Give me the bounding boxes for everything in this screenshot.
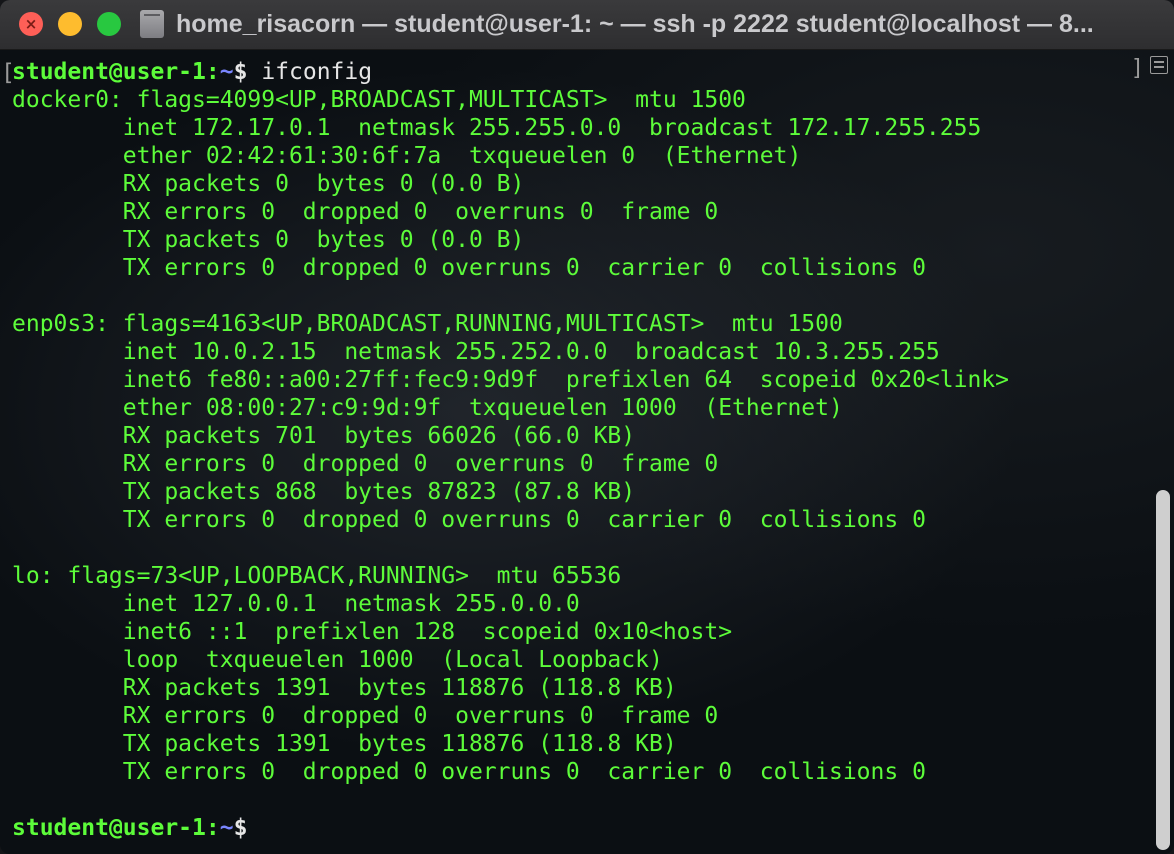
terminal-window: × home_risacorn — student@user-1: ~ — ss…: [0, 0, 1174, 854]
close-icon: ×: [24, 15, 38, 33]
scrollbar-thumb[interactable]: [1156, 490, 1170, 850]
prompt-user: student: [12, 59, 109, 85]
output-line: ether 02:42:61:30:6f:7a txqueuelen 0 (Et…: [12, 143, 802, 169]
zoom-button[interactable]: [97, 12, 121, 36]
output-line: TX packets 868 bytes 87823 (87.8 KB): [12, 479, 636, 505]
command-text: ifconfig: [247, 59, 373, 85]
mark-bracket-right: ]: [1130, 56, 1144, 81]
prompt-line: student@user-1:~$: [12, 814, 1009, 842]
output-line: TX packets 1391 bytes 118876 (118.8 KB): [12, 731, 677, 757]
title-bar[interactable]: × home_risacorn — student@user-1: ~ — ss…: [0, 0, 1174, 50]
prompt-at: @: [108, 815, 123, 841]
output-line: TX packets 0 bytes 0 (0.0 B): [12, 227, 525, 253]
window-title: home_risacorn — student@user-1: ~ — ssh …: [176, 10, 1094, 38]
output-line: RX errors 0 dropped 0 overruns 0 frame 0: [12, 451, 719, 477]
output-line: inet6 ::1 prefixlen 128 scopeid 0x10<hos…: [12, 619, 733, 645]
output-line: TX errors 0 dropped 0 overruns 0 carrier…: [12, 255, 926, 281]
output-line: ether 08:00:27:c9:9d:9f txqueuelen 1000 …: [12, 395, 843, 421]
iface-header-docker0: docker0: flags=4099<UP,BROADCAST,MULTICA…: [12, 87, 746, 113]
output-line: TX errors 0 dropped 0 overruns 0 carrier…: [12, 507, 926, 533]
output-line: RX packets 1391 bytes 118876 (118.8 KB): [12, 675, 677, 701]
output-line: TX errors 0 dropped 0 overruns 0 carrier…: [12, 759, 926, 785]
output-line: RX errors 0 dropped 0 overruns 0 frame 0: [12, 703, 719, 729]
output-line: RX errors 0 dropped 0 overruns 0 frame 0: [12, 199, 719, 225]
terminal-content[interactable]: [ ] student@user-1:~$ ifconfig docker0: f…: [0, 50, 1174, 854]
output-line: inet 172.17.0.1 netmask 255.255.0.0 broa…: [12, 115, 982, 141]
output-line: RX packets 701 bytes 66026 (66.0 KB): [12, 423, 636, 449]
output-line: inet 10.0.2.15 netmask 255.252.0.0 broad…: [12, 339, 940, 365]
scrollback-menu-icon[interactable]: [1150, 56, 1168, 74]
terminal-output[interactable]: student@user-1:~$ ifconfig docker0: flags…: [12, 58, 1009, 842]
close-button[interactable]: ×: [19, 12, 43, 36]
output-line: loop txqueuelen 1000 (Local Loopback): [12, 647, 663, 673]
prompt-path: ~: [219, 59, 234, 85]
prompt-at: @: [108, 59, 123, 85]
prompt-line: student@user-1:~$ ifconfig: [12, 58, 1009, 86]
prompt-path: ~: [219, 815, 234, 841]
prompt-colon: :: [205, 815, 220, 841]
prompt-user: student: [12, 815, 109, 841]
prompt-host: user-1: [122, 59, 206, 85]
folder-icon: [140, 10, 164, 38]
prompt-symbol: $: [233, 815, 248, 841]
iface-header-enp0s3: enp0s3: flags=4163<UP,BROADCAST,RUNNING,…: [12, 311, 843, 337]
output-line: inet 127.0.0.1 netmask 255.0.0.0: [12, 591, 580, 617]
output-line: inet6 fe80::a00:27ff:fec9:9d9f prefixlen…: [12, 367, 1009, 393]
minimize-button[interactable]: [58, 12, 82, 36]
iface-header-lo: lo: flags=73<UP,LOOPBACK,RUNNING> mtu 65…: [12, 563, 622, 589]
output-line: RX packets 0 bytes 0 (0.0 B): [12, 171, 525, 197]
prompt-symbol: $: [233, 59, 248, 85]
prompt-colon: :: [205, 59, 220, 85]
prompt-host: user-1: [122, 815, 206, 841]
